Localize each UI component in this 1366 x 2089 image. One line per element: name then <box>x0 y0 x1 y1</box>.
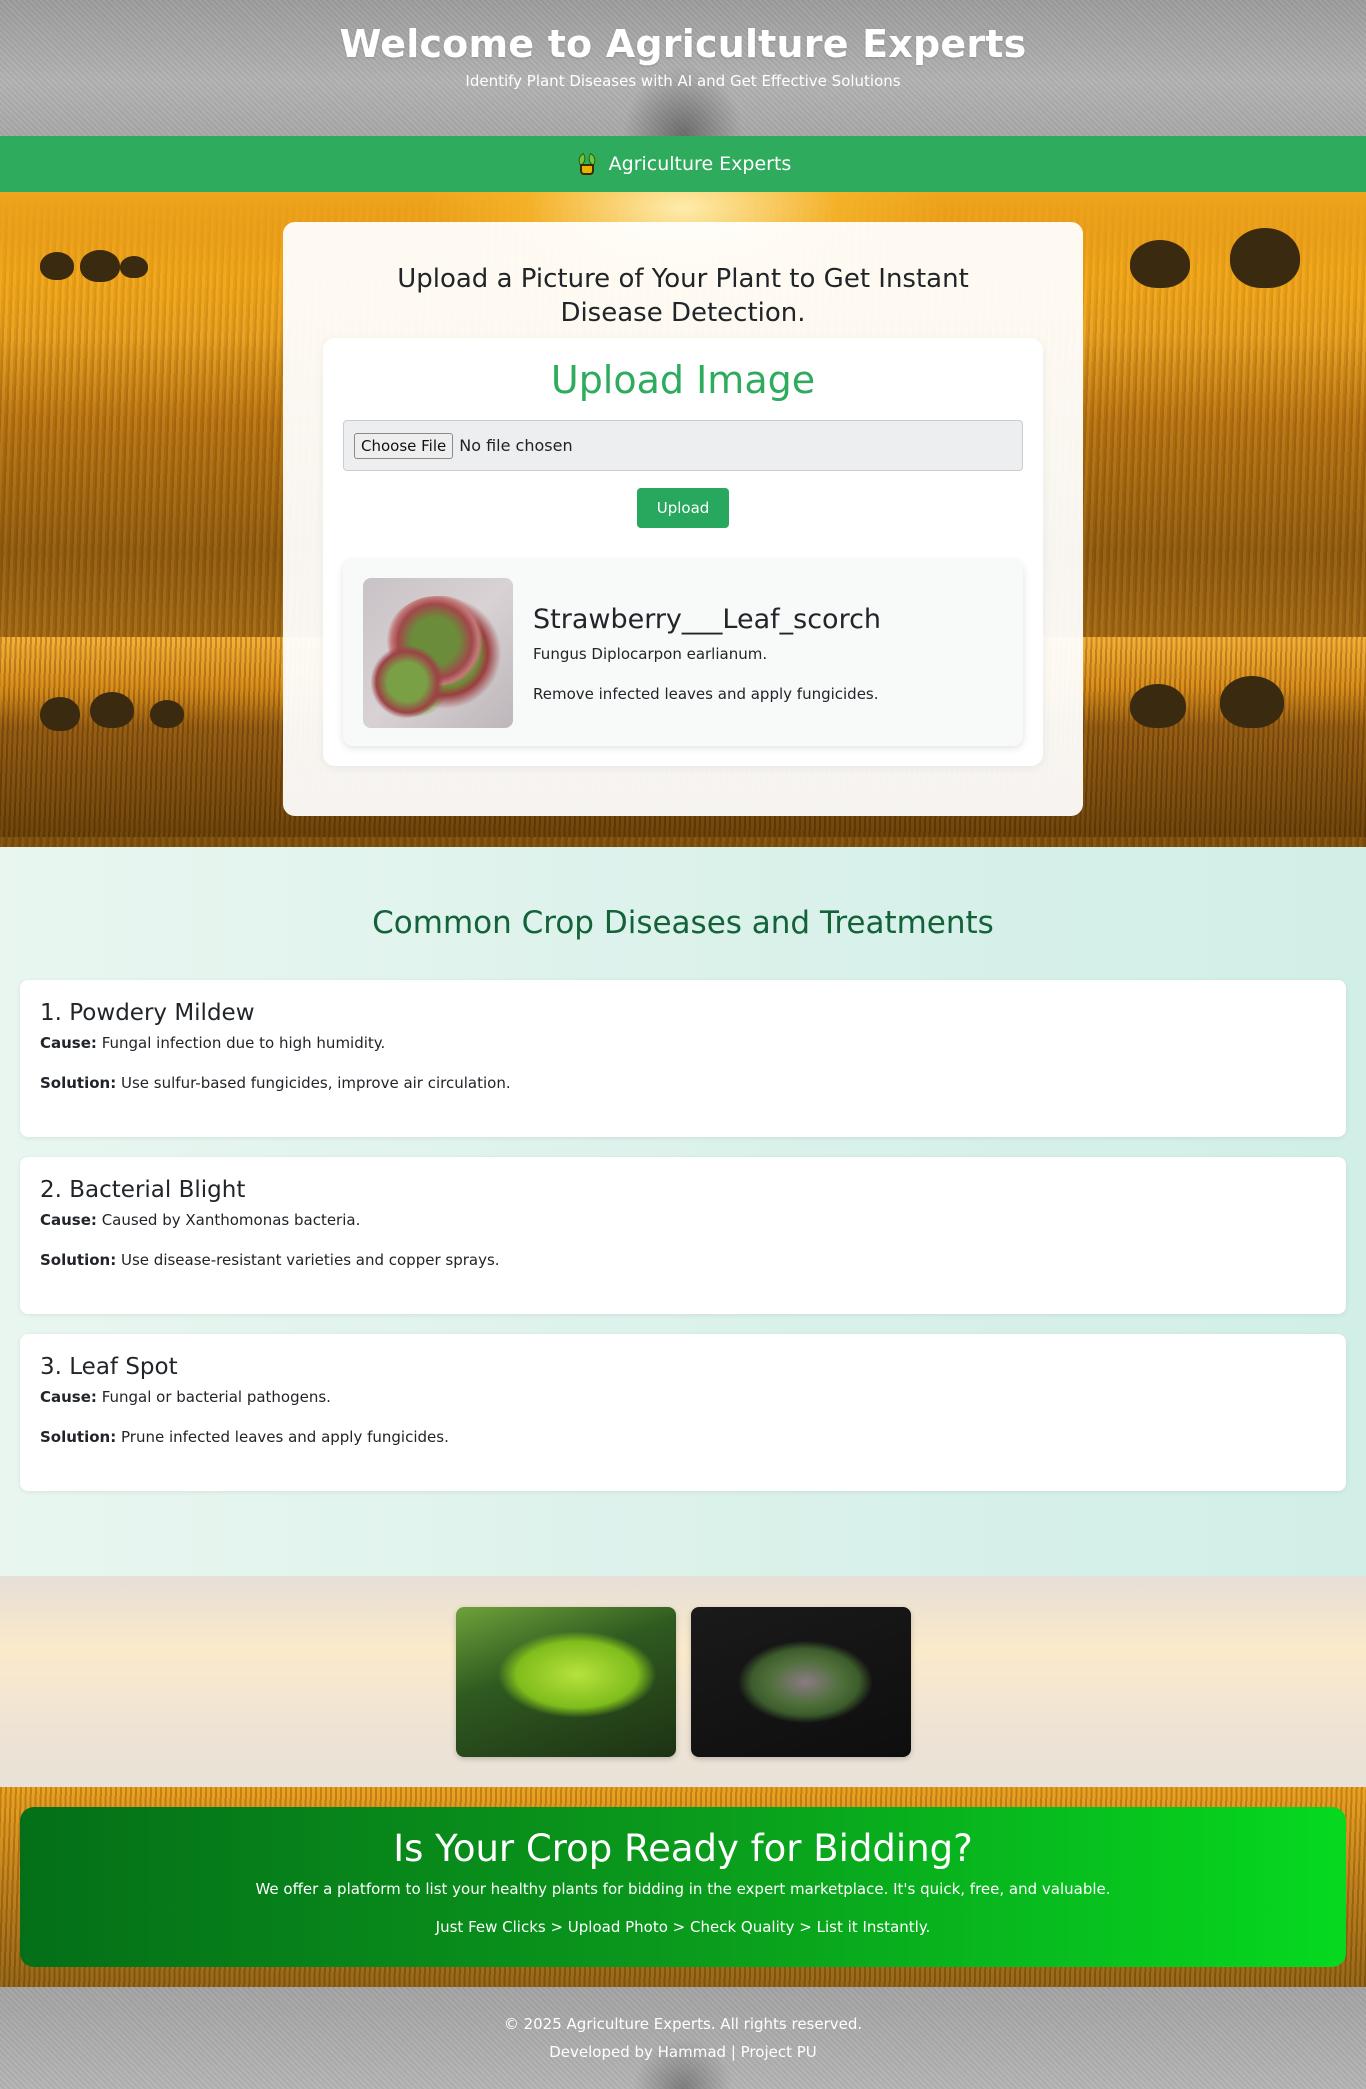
site-header: Welcome to Agriculture Experts Identify … <box>0 0 1366 136</box>
disease-name: 2. Bacterial Blight <box>40 1177 246 1203</box>
footer-copyright: © 2025 Agriculture Experts. All rights r… <box>503 2015 863 2033</box>
disease-cause: Cause: Fungal or bacterial pathogens. <box>40 1388 1326 1406</box>
file-status: No file chosen <box>459 436 573 455</box>
disease-cause: Cause: Fungal infection due to high humi… <box>40 1034 1326 1052</box>
healthy-leaf-image <box>455 1606 676 1757</box>
gallery-section <box>0 1576 1366 1787</box>
disease-solution: Solution: Prune infected leaves and appl… <box>40 1428 1326 1446</box>
site-footer: © 2025 Agriculture Experts. All rights r… <box>0 1987 1366 2089</box>
disease-cause: Cause: Caused by Xanthomonas bacteria. <box>40 1211 1326 1229</box>
cause-label: Cause: <box>40 1388 97 1406</box>
site-title: Welcome to Agriculture Experts <box>339 22 1027 66</box>
result-solution: Remove infected leaves and apply fungici… <box>533 684 879 703</box>
result-card: Strawberry___Leaf_scorch Fungus Diplocar… <box>343 560 1023 746</box>
file-input[interactable]: Choose File No file chosen <box>343 420 1023 471</box>
cta-steps: Just Few Clicks > Upload Photo > Check Q… <box>435 1918 931 1936</box>
upload-card: Upload a Picture of Your Plant to Get In… <box>283 222 1083 816</box>
upload-title: Upload Image <box>550 358 816 402</box>
cause-text: Fungal infection due to high humidity. <box>101 1034 386 1052</box>
footer-credit: Developed by Hammad | Project PU <box>549 2043 817 2061</box>
hero-section: Upload a Picture of Your Plant to Get In… <box>0 192 1366 847</box>
solution-text: Use sulfur-based fungicides, improve air… <box>121 1074 511 1092</box>
disease-name: 3. Leaf Spot <box>40 1354 178 1380</box>
potted-plant-icon <box>575 152 599 176</box>
disease-solution: Solution: Use sulfur-based fungicides, i… <box>40 1074 1326 1092</box>
cause-text: Fungal or bacterial pathogens. <box>101 1388 331 1406</box>
navbar-brand-link[interactable]: Agriculture Experts <box>609 153 792 175</box>
disease-card: 1. Powdery Mildew Cause: Fungal infectio… <box>20 980 1346 1137</box>
upload-heading: Upload a Picture of Your Plant to Get In… <box>397 264 969 328</box>
cause-text: Caused by Xanthomonas bacteria. <box>101 1211 361 1229</box>
diseases-section: Common Crop Diseases and Treatments 1. P… <box>0 847 1366 1576</box>
diseases-title: Common Crop Diseases and Treatments <box>372 905 994 941</box>
upload-button[interactable]: Upload <box>636 488 730 528</box>
solution-text: Use disease-resistant varieties and copp… <box>121 1251 500 1269</box>
diseased-leaf-image <box>690 1606 911 1757</box>
disease-card: 3. Leaf Spot Cause: Fungal or bacterial … <box>20 1334 1346 1491</box>
result-cause: Fungus Diplocarpon earlianum. <box>533 644 768 663</box>
cause-label: Cause: <box>40 1034 97 1052</box>
choose-file-button[interactable]: Choose File <box>354 432 454 459</box>
result-title: Strawberry___Leaf_scorch <box>533 603 882 635</box>
cta-text: We offer a platform to list your healthy… <box>255 1880 1111 1898</box>
cta-banner: Is Your Crop Ready for Bidding? We offer… <box>20 1807 1346 1967</box>
site-subtitle: Identify Plant Diseases with AI and Get … <box>465 72 901 90</box>
result-leaf-image <box>363 578 513 728</box>
navbar: Agriculture Experts <box>0 136 1366 192</box>
cta-title: Is Your Crop Ready for Bidding? <box>393 1827 973 1870</box>
disease-name: 1. Powdery Mildew <box>40 1000 255 1026</box>
disease-solution: Solution: Use disease-resistant varietie… <box>40 1251 1326 1269</box>
solution-label: Solution: <box>40 1074 117 1092</box>
upload-box: Upload Image Choose File No file chosen … <box>323 338 1043 766</box>
solution-label: Solution: <box>40 1428 117 1446</box>
solution-label: Solution: <box>40 1251 117 1269</box>
disease-card: 2. Bacterial Blight Cause: Caused by Xan… <box>20 1157 1346 1314</box>
solution-text: Prune infected leaves and apply fungicid… <box>121 1428 449 1446</box>
cta-section: Is Your Crop Ready for Bidding? We offer… <box>0 1787 1366 1987</box>
cause-label: Cause: <box>40 1211 97 1229</box>
